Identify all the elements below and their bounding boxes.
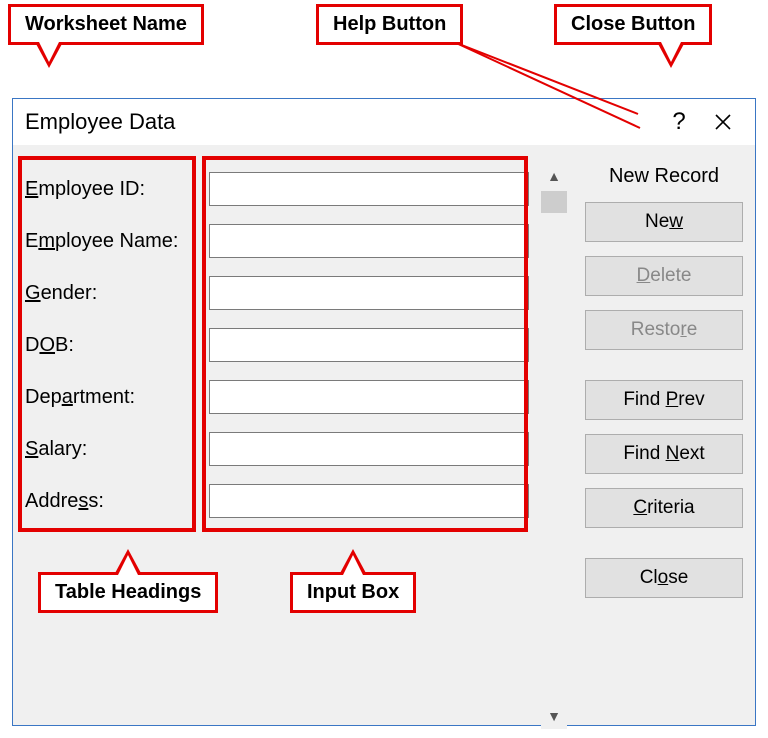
scroll-thumb[interactable] [541,191,567,213]
button-panel: New Record New Delete Restore Find Prev … [585,159,743,612]
label-address: Address: [21,490,209,513]
label-salary: Salary: [21,438,209,461]
titlebar: Employee Data ? [13,99,755,145]
input-salary[interactable] [209,432,529,466]
find-prev-button[interactable]: Find Prev [585,380,743,420]
row-address: Address: [21,475,529,527]
label-gender: Gender: [21,282,209,305]
record-status: New Record [585,165,743,188]
callout-table-headings: Table Headings [38,572,218,613]
row-gender: Gender: [21,267,529,319]
row-salary: Salary: [21,423,529,475]
callout-worksheet-name: Worksheet Name [8,4,204,45]
label-employee-name: Employee Name: [21,230,209,253]
record-scrollbar[interactable]: ▲ ▼ [541,163,567,213]
find-next-button[interactable]: Find Next [585,434,743,474]
label-dob: DOB: [21,334,209,357]
input-department[interactable] [209,380,529,414]
callout-label: Table Headings [55,581,201,603]
close-button[interactable]: Close [585,558,743,598]
scroll-up-icon[interactable]: ▲ [541,163,567,189]
callout-help-button: Help Button [316,4,463,45]
callout-close-button: Close Button [554,4,712,45]
callout-label: Worksheet Name [25,13,187,35]
delete-button: Delete [585,256,743,296]
input-address[interactable] [209,484,529,518]
data-form-dialog: Employee Data ? Employee ID: Employee Na… [12,98,756,726]
row-dob: DOB: [21,319,529,371]
callout-label: Input Box [307,581,399,603]
callout-label: Help Button [333,13,446,35]
form-area: Employee ID: Employee Name: Gender: DOB:… [21,163,529,527]
callout-label: Close Button [571,13,695,35]
callout-input-box: Input Box [290,572,416,613]
new-button[interactable]: New [585,202,743,242]
label-department: Department: [21,386,209,409]
dialog-title: Employee Data [25,109,657,135]
row-employee-id: Employee ID: [21,163,529,215]
scroll-down-icon[interactable]: ▼ [541,703,567,729]
close-icon[interactable] [701,100,745,144]
row-employee-name: Employee Name: [21,215,529,267]
row-department: Department: [21,371,529,423]
help-icon[interactable]: ? [657,100,701,144]
restore-button: Restore [585,310,743,350]
input-dob[interactable] [209,328,529,362]
criteria-button[interactable]: Criteria [585,488,743,528]
input-gender[interactable] [209,276,529,310]
label-employee-id: Employee ID: [21,178,209,201]
input-employee-name[interactable] [209,224,529,258]
input-employee-id[interactable] [209,172,529,206]
